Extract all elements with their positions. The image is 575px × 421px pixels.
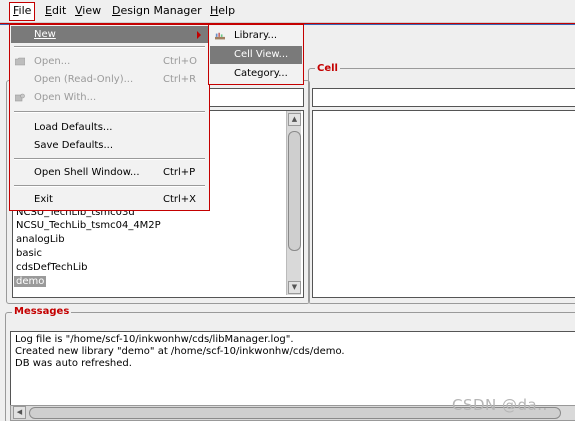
- cell-group-title: Cell: [315, 63, 340, 74]
- submenu-item-category[interactable]: Category...: [210, 65, 302, 83]
- menu-item-open-shell[interactable]: Open Shell Window... Ctrl+P: [11, 164, 208, 181]
- list-item[interactable]: cdsDefTechLib: [16, 262, 88, 273]
- file-menu-dropdown: New Open... Ctrl+O Open (Read-Only)... C…: [9, 24, 210, 211]
- submenu-item-category-label: Category...: [234, 68, 288, 79]
- log-line: Log file is "/home/scf-10/inkwonhw/cds/l…: [15, 334, 294, 345]
- scroll-up-arrow-icon[interactable]: ▲: [288, 113, 301, 126]
- submenu-arrow-icon: [197, 31, 201, 39]
- menu-item-exit[interactable]: Exit Ctrl+X: [11, 191, 208, 208]
- menu-item-open-shell-accel: Ctrl+P: [163, 167, 196, 178]
- cell-filter-input[interactable]: [312, 88, 575, 107]
- menu-view[interactable]: View: [72, 2, 104, 19]
- submenu-item-library-label: Library...: [234, 30, 278, 41]
- menu-item-save-defaults-label: Save Defaults...: [34, 140, 114, 151]
- scroll-left-arrow-icon[interactable]: ◀: [13, 406, 26, 419]
- library-icon: [215, 32, 225, 40]
- menu-separator: [14, 158, 205, 160]
- menu-separator: [14, 185, 205, 187]
- menu-item-save-defaults[interactable]: Save Defaults...: [11, 137, 208, 154]
- menu-edit[interactable]: Edit: [42, 2, 69, 19]
- list-item-selected[interactable]: demo: [14, 276, 47, 287]
- cell-list[interactable]: [312, 110, 575, 298]
- menu-item-exit-label: Exit: [34, 194, 53, 205]
- new-submenu: Library... Cell View... Category...: [208, 24, 304, 85]
- menu-item-open-with-label: Open With...: [34, 92, 97, 103]
- submenu-item-cell-view[interactable]: Cell View...: [210, 46, 302, 64]
- menu-design-manager[interactable]: Design Manager: [109, 2, 205, 19]
- folder-icon: [15, 57, 25, 66]
- submenu-item-library[interactable]: Library...: [210, 27, 302, 45]
- menu-item-open-readonly-label: Open (Read-Only)...: [34, 74, 134, 85]
- menu-item-new-label: New: [34, 29, 56, 40]
- scroll-thumb[interactable]: [288, 131, 301, 251]
- list-item[interactable]: analogLib: [16, 234, 65, 245]
- menu-item-open-with[interactable]: Open With...: [11, 89, 208, 106]
- log-line: DB was auto refreshed.: [15, 358, 132, 369]
- menu-item-open-readonly-accel: Ctrl+R: [163, 74, 197, 85]
- menu-file[interactable]: File: [9, 2, 36, 21]
- menu-item-open-accel: Ctrl+O: [163, 56, 198, 67]
- menu-item-exit-accel: Ctrl+X: [163, 194, 197, 205]
- menu-item-open-shell-label: Open Shell Window...: [34, 167, 140, 178]
- library-manager-window: File Edit View Design Manager Help NCSU_…: [0, 0, 575, 421]
- menu-separator: [14, 46, 205, 48]
- list-item[interactable]: NCSU_TechLib_tsmc04_4M2P: [16, 220, 161, 231]
- menubar: File Edit View Design Manager Help: [0, 0, 575, 23]
- menu-separator: [14, 111, 205, 113]
- menu-item-open-label: Open...: [34, 56, 71, 67]
- log-line: Created new library "demo" at /home/scf-…: [15, 346, 345, 357]
- menu-item-open-readonly[interactable]: Open (Read-Only)... Ctrl+R: [11, 71, 208, 88]
- menu-item-open[interactable]: Open... Ctrl+O: [11, 53, 208, 70]
- menu-item-load-defaults-label: Load Defaults...: [34, 122, 113, 133]
- menu-item-new[interactable]: New: [11, 26, 208, 43]
- menu-item-load-defaults[interactable]: Load Defaults...: [11, 119, 208, 136]
- open-with-icon: [15, 93, 25, 102]
- watermark: CSDN @da..: [452, 396, 548, 414]
- scroll-down-arrow-icon[interactable]: ▼: [288, 281, 301, 294]
- messages-title: Messages: [12, 306, 72, 317]
- library-list-scrollbar[interactable]: ▲ ▼: [286, 111, 301, 295]
- list-item[interactable]: basic: [16, 248, 42, 259]
- menu-help[interactable]: Help: [207, 2, 238, 19]
- submenu-item-cell-view-label: Cell View...: [234, 49, 289, 60]
